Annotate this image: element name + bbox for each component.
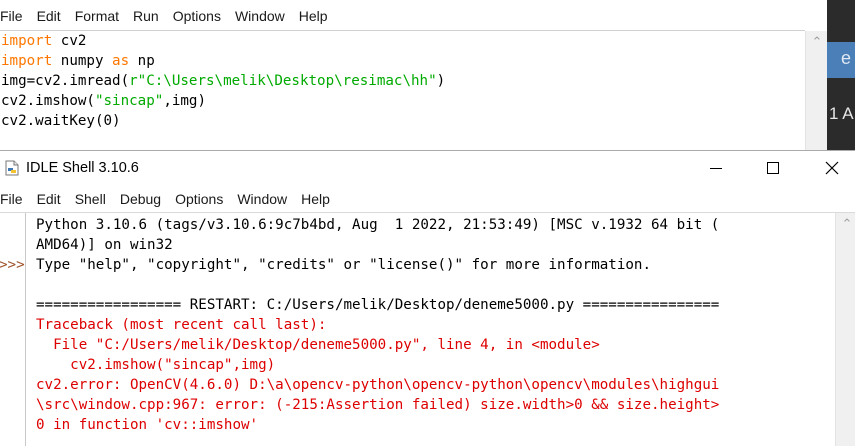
- shell-menu-edit[interactable]: Edit: [37, 191, 61, 207]
- shell-menu-options[interactable]: Options: [175, 191, 223, 207]
- background-label: 1 A: [829, 104, 854, 123]
- shell-menu-debug[interactable]: Debug: [120, 191, 161, 207]
- editor-menu-window[interactable]: Window: [235, 8, 285, 24]
- minimize-button[interactable]: [693, 151, 739, 185]
- code-line-3: img=cv2.imread(r"C:\Users\melik\Desktop\…: [1, 73, 446, 89]
- editor-menu-run[interactable]: Run: [133, 8, 159, 24]
- traceback-line: cv2.imshow("sincap",img): [36, 357, 276, 373]
- code-line-4: cv2.imshow("sincap",img): [1, 93, 207, 109]
- banner-line: Type "help", "copyright", "credits" or "…: [36, 257, 651, 273]
- scroll-up-icon[interactable]: ⌃: [836, 217, 855, 232]
- shell-scrollbar[interactable]: ⌃: [835, 213, 855, 446]
- close-button[interactable]: [809, 151, 855, 185]
- shell-output[interactable]: Python 3.10.6 (tags/v3.10.6:9c7b4bd, Aug…: [36, 215, 719, 435]
- shell-menu-help[interactable]: Help: [301, 191, 330, 207]
- shell-prompt: >>>: [0, 257, 25, 273]
- editor-menu-file[interactable]: File: [0, 8, 23, 24]
- code-line-2: import numpy as np: [1, 53, 155, 69]
- background-window-strip: e 1 A: [827, 0, 855, 150]
- maximize-button[interactable]: [750, 151, 796, 185]
- close-icon: [825, 161, 839, 175]
- shell-menu-file[interactable]: File: [0, 191, 23, 207]
- shell-menu-window[interactable]: Window: [237, 191, 287, 207]
- editor-menu-edit[interactable]: Edit: [37, 8, 61, 24]
- traceback-line: Traceback (most recent call last):: [36, 317, 327, 333]
- shell-titlebar[interactable]: IDLE Shell 3.10.6: [0, 151, 855, 185]
- shell-menubar: File Edit Shell Debug Options Window Hel…: [0, 191, 344, 207]
- editor-menu-help[interactable]: Help: [299, 8, 328, 24]
- banner-line: Python 3.10.6 (tags/v3.10.6:9c7b4bd, Aug…: [36, 217, 720, 233]
- shell-title: IDLE Shell 3.10.6: [26, 160, 139, 176]
- banner-line: AMD64)] on win32: [36, 237, 173, 253]
- editor-menu-format[interactable]: Format: [75, 8, 119, 24]
- error-line: 0 in function 'cv::imshow': [36, 417, 259, 433]
- error-line: \src\window.cpp:967: error: (-215:Assert…: [36, 397, 720, 413]
- maximize-icon: [767, 162, 779, 174]
- blank-line: ​: [36, 275, 719, 295]
- idle-app-icon: [5, 160, 19, 176]
- editor-menu-options[interactable]: Options: [173, 8, 221, 24]
- error-line: cv2.error: OpenCV(4.6.0) D:\a\opencv-pyt…: [36, 377, 720, 393]
- editor-menubar: File Edit Format Run Options Window Help: [0, 8, 342, 24]
- restart-line: ================= RESTART: C:/Users/meli…: [36, 297, 720, 313]
- code-line-1: import cv2: [1, 33, 87, 49]
- shell-menu-shell[interactable]: Shell: [75, 191, 106, 207]
- scroll-up-icon[interactable]: ⌃: [806, 35, 828, 50]
- editor-scrollbar[interactable]: ⌃: [805, 31, 827, 150]
- shell-divider: [0, 212, 855, 213]
- minimize-icon: [710, 168, 722, 169]
- editor-text-area[interactable]: import cv2 import numpy as np img=cv2.imre…: [1, 31, 445, 131]
- background-button: e: [827, 42, 855, 78]
- code-line-5: cv2.waitKey(0): [1, 113, 121, 129]
- traceback-line: File "C:/Users/melik/Desktop/deneme5000.…: [36, 337, 600, 353]
- editor-window: File Edit Format Run Options Window Help…: [0, 0, 827, 150]
- shell-window: IDLE Shell 3.10.6 File Edit Shell Debug …: [0, 150, 855, 446]
